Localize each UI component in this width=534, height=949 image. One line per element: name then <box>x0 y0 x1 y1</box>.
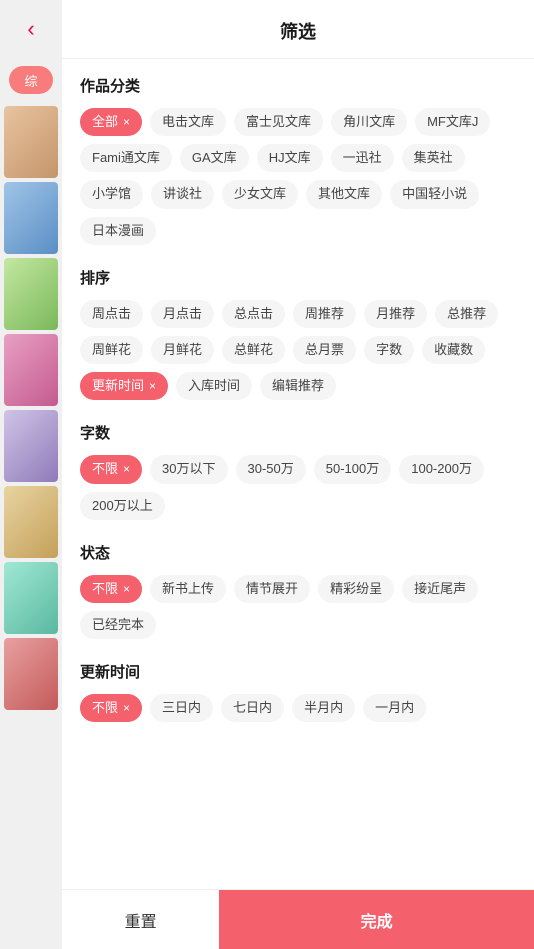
tag-sort-2[interactable]: 总点击 <box>222 300 285 328</box>
tag-category-9[interactable]: 集英社 <box>402 144 465 172</box>
tag-update_time-1[interactable]: 三日内 <box>150 694 213 722</box>
back-button[interactable]: ‹ <box>0 0 62 58</box>
sidebar-book-cover-8[interactable] <box>4 638 58 710</box>
sidebar-book-cover-3[interactable] <box>4 258 58 330</box>
tag-category-7[interactable]: HJ文库 <box>257 144 323 172</box>
filter-body: 作品分类全部× 电击文库富士见文库角川文库 MF文库J Fami通文库 GA文库 HJ文库… <box>62 59 534 889</box>
section-update_time: 更新时间不限× 三日内七日内半月内一月内 <box>80 661 516 722</box>
tag-category-13[interactable]: 其他文库 <box>306 180 382 208</box>
tag-status-2[interactable]: 情节展开 <box>234 575 310 603</box>
tag-sort-7[interactable]: 月鲜花 <box>151 336 214 364</box>
tag-category-12[interactable]: 少女文库 <box>222 180 298 208</box>
sidebar-book-cover-7[interactable] <box>4 562 58 634</box>
tag-category-6[interactable]: GA文库 <box>180 144 249 172</box>
tag-sort-11[interactable]: 收藏数 <box>422 336 485 364</box>
tag-category-0[interactable]: 全部× <box>80 108 142 136</box>
tags-wrap-wordcount: 不限× 30万以下 30-50万 50-100万 100-200万 200万以上 <box>80 455 516 519</box>
tag-category-5[interactable]: Fami通文库 <box>80 144 172 172</box>
tag-close-icon-sort-12[interactable]: × <box>149 380 156 392</box>
tag-update_time-2[interactable]: 七日内 <box>221 694 284 722</box>
tag-sort-6[interactable]: 周鲜花 <box>80 336 143 364</box>
tag-sort-14[interactable]: 编辑推荐 <box>260 372 336 400</box>
tag-sort-8[interactable]: 总鲜花 <box>222 336 285 364</box>
sidebar-book-cover-4[interactable] <box>4 334 58 406</box>
sidebar-book-cover-2[interactable] <box>4 182 58 254</box>
tag-wordcount-3[interactable]: 50-100万 <box>314 455 391 483</box>
tag-update_time-0[interactable]: 不限× <box>80 694 142 722</box>
tag-status-5[interactable]: 已经完本 <box>80 611 156 639</box>
panel-title: 筛选 <box>62 0 534 59</box>
tag-sort-13[interactable]: 入库时间 <box>176 372 252 400</box>
tag-sort-5[interactable]: 总推荐 <box>435 300 498 328</box>
tag-wordcount-4[interactable]: 100-200万 <box>399 455 484 483</box>
sidebar-book-cover-1[interactable] <box>4 106 58 178</box>
tag-close-icon-status-0[interactable]: × <box>123 583 130 595</box>
tag-update_time-3[interactable]: 半月内 <box>292 694 355 722</box>
tag-category-11[interactable]: 讲谈社 <box>151 180 214 208</box>
section-category: 作品分类全部× 电击文库富士见文库角川文库 MF文库J Fami通文库 GA文库 HJ文库… <box>80 75 516 245</box>
tag-sort-1[interactable]: 月点击 <box>151 300 214 328</box>
tag-status-4[interactable]: 接近尾声 <box>402 575 478 603</box>
sidebar-book-cover-5[interactable] <box>4 410 58 482</box>
tag-sort-0[interactable]: 周点击 <box>80 300 143 328</box>
tag-category-2[interactable]: 富士见文库 <box>234 108 323 136</box>
section-status: 状态不限× 新书上传情节展开精彩纷呈接近尾声已经完本 <box>80 542 516 639</box>
section-wordcount: 字数不限× 30万以下 30-50万 50-100万 100-200万 200万以上 <box>80 422 516 519</box>
tag-wordcount-5[interactable]: 200万以上 <box>80 492 165 520</box>
sidebar: ‹ 综 <box>0 0 62 949</box>
tag-status-0[interactable]: 不限× <box>80 575 142 603</box>
sidebar-book-cover-6[interactable] <box>4 486 58 558</box>
tag-category-14[interactable]: 中国轻小说 <box>390 180 479 208</box>
tag-sort-4[interactable]: 月推荐 <box>364 300 427 328</box>
tags-wrap-status: 不限× 新书上传情节展开精彩纷呈接近尾声已经完本 <box>80 575 516 639</box>
footer: 重置 完成 <box>62 889 534 949</box>
tag-sort-3[interactable]: 周推荐 <box>293 300 356 328</box>
tag-category-3[interactable]: 角川文库 <box>331 108 407 136</box>
sidebar-category-tag[interactable]: 综 <box>9 66 53 94</box>
section-title-update_time: 更新时间 <box>80 661 516 682</box>
tag-category-4[interactable]: MF文库J <box>415 108 490 136</box>
tags-wrap-category: 全部× 电击文库富士见文库角川文库 MF文库J Fami通文库 GA文库 HJ文库一迅社集… <box>80 108 516 245</box>
tag-close-icon-category-0[interactable]: × <box>123 116 130 128</box>
sidebar-tag-label: 综 <box>24 71 37 90</box>
section-title-sort: 排序 <box>80 267 516 288</box>
tag-wordcount-2[interactable]: 30-50万 <box>236 455 306 483</box>
tags-wrap-sort: 周点击月点击总点击周推荐月推荐总推荐周鲜花月鲜花总鲜花总月票字数收藏数更新时间×… <box>80 300 516 401</box>
section-title-wordcount: 字数 <box>80 422 516 443</box>
tags-wrap-update_time: 不限× 三日内七日内半月内一月内 <box>80 694 516 722</box>
back-icon: ‹ <box>27 16 34 42</box>
tag-update_time-4[interactable]: 一月内 <box>363 694 426 722</box>
tag-category-8[interactable]: 一迅社 <box>331 144 394 172</box>
sidebar-image-list <box>0 102 62 714</box>
tag-category-15[interactable]: 日本漫画 <box>80 217 156 245</box>
tag-status-1[interactable]: 新书上传 <box>150 575 226 603</box>
filter-panel: 筛选 作品分类全部× 电击文库富士见文库角川文库 MF文库J Fami通文库 GA文库 H… <box>62 0 534 949</box>
confirm-button[interactable]: 完成 <box>219 890 534 949</box>
tag-status-3[interactable]: 精彩纷呈 <box>318 575 394 603</box>
tag-sort-12[interactable]: 更新时间× <box>80 372 168 400</box>
section-title-category: 作品分类 <box>80 75 516 96</box>
section-sort: 排序周点击月点击总点击周推荐月推荐总推荐周鲜花月鲜花总鲜花总月票字数收藏数更新时… <box>80 267 516 401</box>
tag-wordcount-0[interactable]: 不限× <box>80 455 142 483</box>
tag-sort-10[interactable]: 字数 <box>364 336 414 364</box>
tag-wordcount-1[interactable]: 30万以下 <box>150 455 227 483</box>
tag-close-icon-wordcount-0[interactable]: × <box>123 463 130 475</box>
tag-close-icon-update_time-0[interactable]: × <box>123 702 130 714</box>
section-title-status: 状态 <box>80 542 516 563</box>
tag-category-1[interactable]: 电击文库 <box>150 108 226 136</box>
reset-button[interactable]: 重置 <box>62 890 219 949</box>
tag-sort-9[interactable]: 总月票 <box>293 336 356 364</box>
tag-category-10[interactable]: 小学馆 <box>80 180 143 208</box>
